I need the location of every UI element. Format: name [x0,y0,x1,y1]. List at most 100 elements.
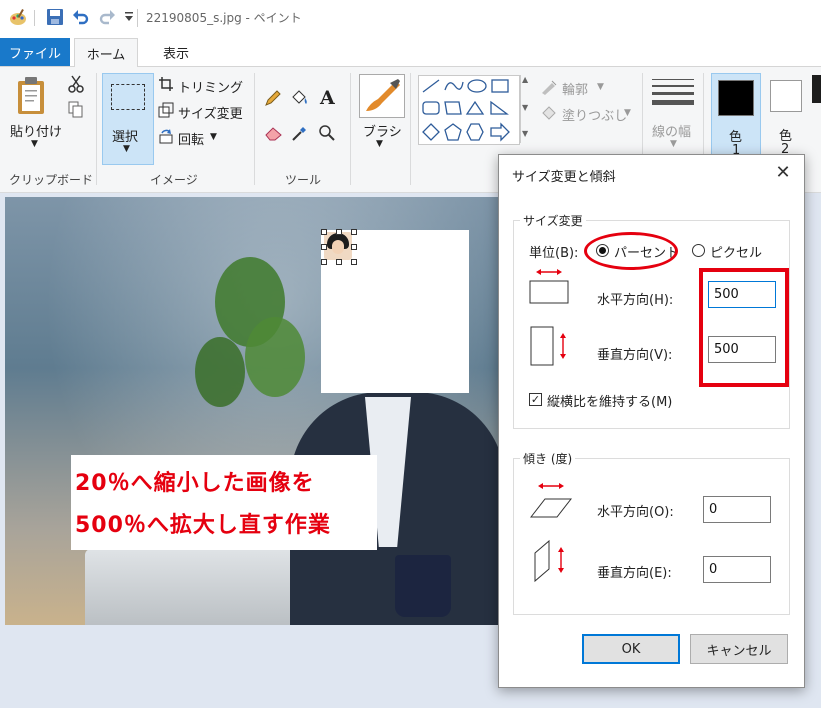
image-group-label: イメージ [150,173,198,187]
text-tool-icon[interactable]: A [320,87,335,109]
outline-button[interactable]: 輪郭 [562,79,588,98]
brushes-label[interactable]: ブラシ [363,121,402,140]
eraser-icon[interactable] [264,125,284,144]
outline-dropdown-icon[interactable]: ▼ [597,82,604,92]
title-divider-2 [137,9,138,27]
select-label: 選択 [112,130,139,145]
clipboard-paste-icon[interactable] [16,76,50,119]
color-picker-icon[interactable] [291,124,309,145]
selection-handle[interactable] [321,259,327,265]
title-bar: 22190805_s.jpg - ペイント [0,0,821,36]
line-width-label[interactable]: 線の幅 [652,121,691,140]
brushes-dropdown-icon[interactable]: ▼ [376,139,383,149]
annotation-ellipse [584,232,678,270]
vertical-resize-icon [529,325,573,372]
color1-button[interactable]: 色 1 [711,73,761,158]
drawing-canvas[interactable]: 20％へ縮小した画像を 500％へ拡大し直す作業 [5,197,500,625]
title-divider [34,10,35,26]
fill-dropdown-icon[interactable]: ▼ [624,108,631,118]
skew-horizontal-label: 水平方向(O): [597,505,674,520]
cut-icon[interactable] [68,75,84,96]
undo-icon[interactable] [72,8,90,29]
resize-group-legend: サイズ変更 [520,212,586,229]
pencil-icon[interactable] [264,89,282,110]
selection-handle[interactable] [321,244,327,250]
selection-handle[interactable] [336,259,342,265]
selection-handle[interactable] [336,229,342,235]
rotate-icon[interactable] [158,128,174,147]
crop-icon[interactable] [158,76,174,95]
resize-button[interactable]: サイズ変更 [178,103,243,122]
rotate-dropdown-icon[interactable]: ▼ [210,132,217,142]
select-dropdown-icon: ▼ [123,144,130,154]
brush-icon[interactable] [359,74,405,118]
selection-handle[interactable] [351,259,357,265]
annotation-rectangle [699,268,789,387]
keep-aspect-ratio-checkbox[interactable]: ✓ [529,393,542,406]
ribbon-separator [410,73,411,185]
dialog-title: サイズ変更と傾斜 [512,170,616,185]
annotation-caption: 20％へ縮小した画像を 500％へ拡大し直す作業 [71,455,377,550]
keep-aspect-ratio-label[interactable]: 縦横比を維持する(M) [547,391,672,410]
color1-swatch [718,80,754,116]
cancel-button[interactable]: キャンセル [690,634,788,664]
caption-line-1: 20％へ縮小した画像を [75,471,315,496]
skew-group-legend: 傾き (度) [520,450,576,467]
resize-skew-dialog: サイズ変更と傾斜 ✕ サイズ変更 単位(B): パーセント ピクセル 水平方向(… [498,154,805,688]
select-button[interactable]: 選択 ▼ [102,73,154,165]
ok-button[interactable]: OK [582,634,680,664]
resize-icon[interactable] [158,102,174,121]
rotate-button[interactable]: 回転 [178,129,204,148]
redo-icon[interactable] [98,8,116,29]
magnifier-icon[interactable] [318,124,336,145]
shapes-gallery[interactable] [418,75,520,145]
selection-handle[interactable] [351,244,357,250]
copy-icon[interactable] [68,101,84,122]
caption-line-2: 500％へ拡大し直す作業 [75,513,331,538]
skew-vertical-label: 垂直方向(E): [597,566,672,581]
unit-pixel-label[interactable]: ピクセル [710,242,762,261]
fill-button[interactable]: 塗りつぶし [562,105,627,124]
paste-button-label[interactable]: 貼り付け [10,121,62,140]
tab-file[interactable]: ファイル [0,38,70,66]
ribbon-separator [350,73,351,185]
tab-home[interactable]: ホーム [74,38,138,67]
color2-swatch[interactable] [770,80,802,112]
skew-horizontal-input[interactable] [703,496,771,523]
horizontal-skew-icon [527,483,575,522]
photo-mug [395,555,451,617]
quick-access-dropdown-icon[interactable] [124,11,134,26]
palette-color-black[interactable] [812,75,821,103]
save-icon[interactable] [46,8,64,29]
tools-group-label: ツール [285,173,322,187]
paste-dropdown-icon[interactable]: ▼ [31,139,38,149]
resize-vertical-label: 垂直方向(V): [597,348,673,363]
ribbon-separator [254,73,255,185]
fill-bucket-icon[interactable] [290,89,310,110]
unit-pixel-radio[interactable] [692,244,705,257]
selection-handle[interactable] [321,229,327,235]
shrunken-image-selection[interactable] [324,232,352,260]
line-width-dropdown-icon[interactable]: ▼ [670,139,677,149]
photo-plant [245,317,305,397]
clipboard-group-label: クリップボード [9,173,94,187]
fill-icon[interactable] [540,105,558,124]
unit-label: 単位(B): [529,246,579,261]
close-icon[interactable]: ✕ [769,160,797,184]
paint-app-icon[interactable] [8,8,28,31]
ribbon-separator [96,73,97,185]
window-title: 22190805_s.jpg - ペイント [146,11,302,25]
tab-view[interactable]: 表示 [146,38,206,66]
horizontal-resize-icon [527,269,571,308]
resize-horizontal-label: 水平方向(H): [597,293,674,308]
shapes-scrollbar[interactable]: ▲ ▼ ▼ [520,75,531,143]
select-rectangle-icon [111,84,145,110]
skew-vertical-input[interactable] [703,556,771,583]
outline-icon[interactable] [540,79,558,98]
selection-handle[interactable] [351,229,357,235]
photo-plant [195,337,245,407]
vertical-skew-icon [531,539,575,586]
line-width-icon[interactable] [652,77,694,114]
crop-button[interactable]: トリミング [178,77,243,96]
skew-group: 傾き (度) [513,450,790,615]
